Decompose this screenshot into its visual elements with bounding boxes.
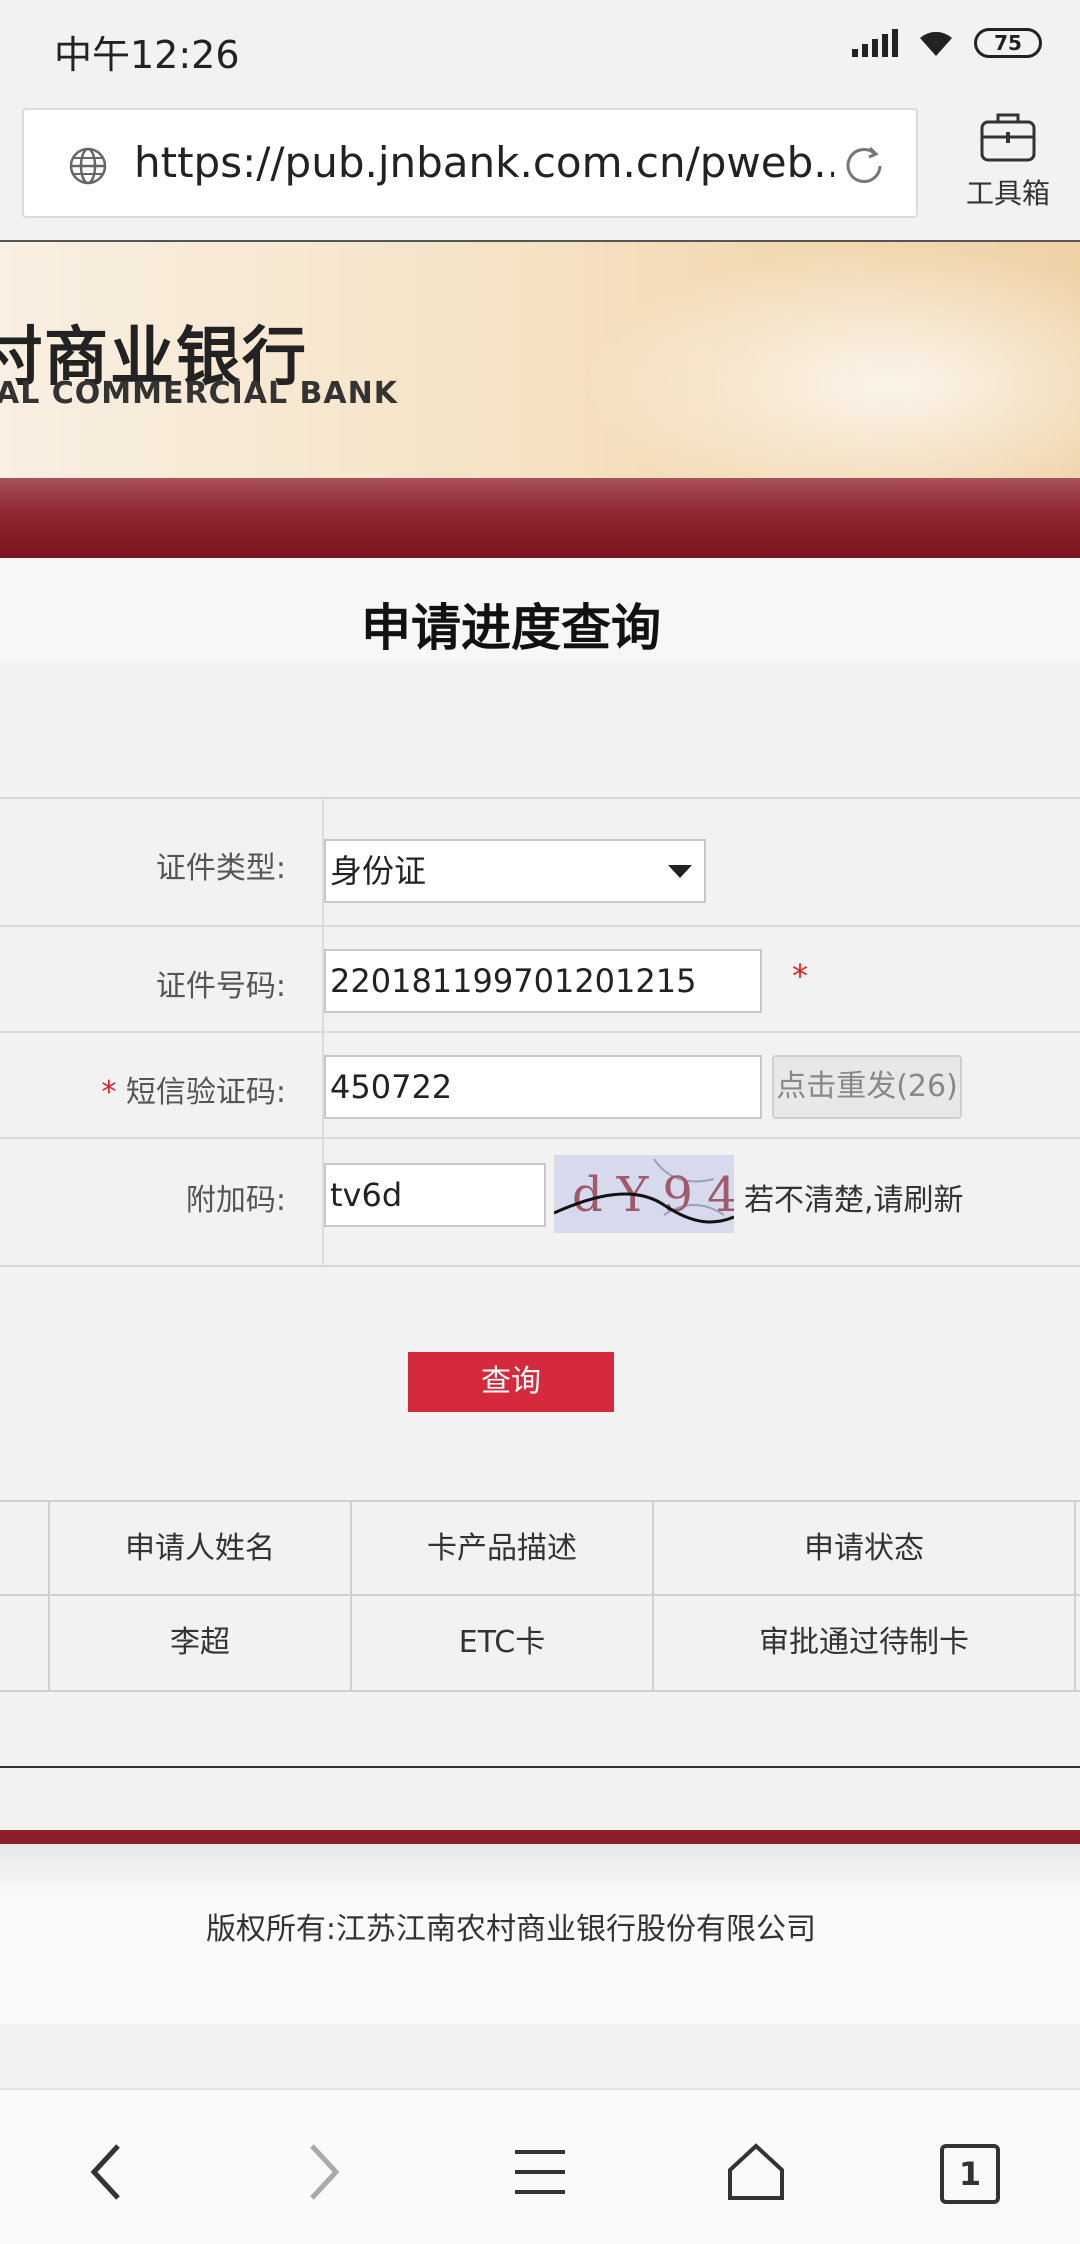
menu-icon (512, 2144, 568, 2204)
toolbox-icon (978, 113, 1038, 168)
id-type-select[interactable]: 身份证 (324, 839, 706, 903)
sms-code-row: * 短信验证码: 450722 点击重发(26) (0, 1033, 1080, 1139)
wifi-icon (916, 28, 956, 58)
status-icons: 75 (852, 28, 1042, 58)
id-type-value: 身份证 (330, 852, 427, 890)
table-row: 李超 ETC卡 审批通过待制卡 (0, 1596, 1080, 1692)
captcha-image[interactable]: dY94 (554, 1155, 734, 1233)
copyright-text: 版权所有:江苏江南农村商业银行股份有限公司 (205, 1912, 817, 1947)
battery-level: 75 (994, 31, 1022, 55)
table-header-cell: 卡产品描述 (352, 1502, 654, 1596)
tabs-button[interactable]: 1 (930, 2134, 1010, 2214)
address-bar[interactable]: https://pub.jnbank.com.cn/pweb... (22, 108, 918, 218)
bank-name-en: AL COMMERCIAL BANK (0, 376, 398, 411)
query-button[interactable]: 查询 (408, 1352, 614, 1412)
query-form: 证件类型: 身份证 证件号码: 220181199701201215 * * 短… (0, 797, 1080, 1267)
table-header-cell: 申请状态 (654, 1502, 1076, 1596)
refresh-hint-link[interactable]: 若不清楚,请刷新 (744, 1175, 964, 1219)
id-number-input[interactable]: 220181199701201215 (324, 949, 762, 1013)
chevron-left-icon (86, 2142, 126, 2206)
home-button[interactable] (716, 2134, 796, 2214)
browser-toolbar: https://pub.jnbank.com.cn/pweb... 工具箱 (0, 96, 1080, 242)
signal-icon (852, 29, 898, 57)
id-number-label: 证件号码: (155, 969, 286, 1004)
required-star: * (792, 957, 808, 995)
url-text[interactable]: https://pub.jnbank.com.cn/pweb... (134, 138, 834, 187)
id-type-label: 证件类型: (155, 851, 286, 886)
banner-nav-bar (0, 478, 1080, 558)
table-cell: 审批通过待制卡 (654, 1596, 1076, 1690)
tab-count: 1 (940, 2144, 1000, 2204)
id-number-row: 证件号码: 220181199701201215 * (0, 927, 1080, 1033)
table-header-row: 申请人姓名 卡产品描述 申请状态 (0, 1500, 1080, 1596)
toolbox-button[interactable]: 工具箱 (948, 110, 1068, 212)
resend-sms-button[interactable]: 点击重发(26) (772, 1055, 962, 1119)
captcha-label: 附加码: (185, 1183, 286, 1218)
table-cell: 李超 (50, 1596, 352, 1690)
battery-icon: 75 (974, 28, 1042, 58)
captcha-row: 附加码: tv6d dY94 若不清楚,请刷新 (0, 1139, 1080, 1267)
reload-icon[interactable] (840, 142, 888, 194)
toolbox-label: 工具箱 (965, 177, 1050, 210)
captcha-input[interactable]: tv6d (324, 1163, 546, 1227)
divider (0, 1766, 1080, 1768)
browser-nav-bar: 1 (0, 2088, 1080, 2244)
bank-banner: 村商业银行 AL COMMERCIAL BANK (0, 242, 1080, 478)
chevron-down-icon (668, 865, 692, 878)
table-cell: ETC卡 (352, 1596, 654, 1690)
page-title: 申请进度查询 (361, 599, 661, 657)
chevron-right-icon (304, 2142, 344, 2206)
footer: 版权所有:江苏江南农村商业银行股份有限公司 (0, 1844, 1080, 2024)
back-button[interactable] (66, 2134, 146, 2214)
globe-icon (68, 146, 108, 190)
forward-button[interactable] (284, 2134, 364, 2214)
status-bar: 中午12:26 75 (0, 0, 1080, 96)
page-title-area: 申请进度查询 (0, 558, 1080, 662)
menu-button[interactable] (500, 2134, 580, 2214)
footer-bar (0, 1830, 1080, 1844)
table-header-cell: 申请人姓名 (50, 1502, 352, 1596)
sms-code-input[interactable]: 450722 (324, 1055, 762, 1119)
home-icon (726, 2142, 786, 2206)
status-time: 中午12:26 (54, 33, 240, 77)
captcha-text: dY94 (572, 1167, 734, 1223)
id-type-row: 证件类型: 身份证 (0, 799, 1080, 927)
sms-code-label: * 短信验证码: (101, 1075, 286, 1110)
